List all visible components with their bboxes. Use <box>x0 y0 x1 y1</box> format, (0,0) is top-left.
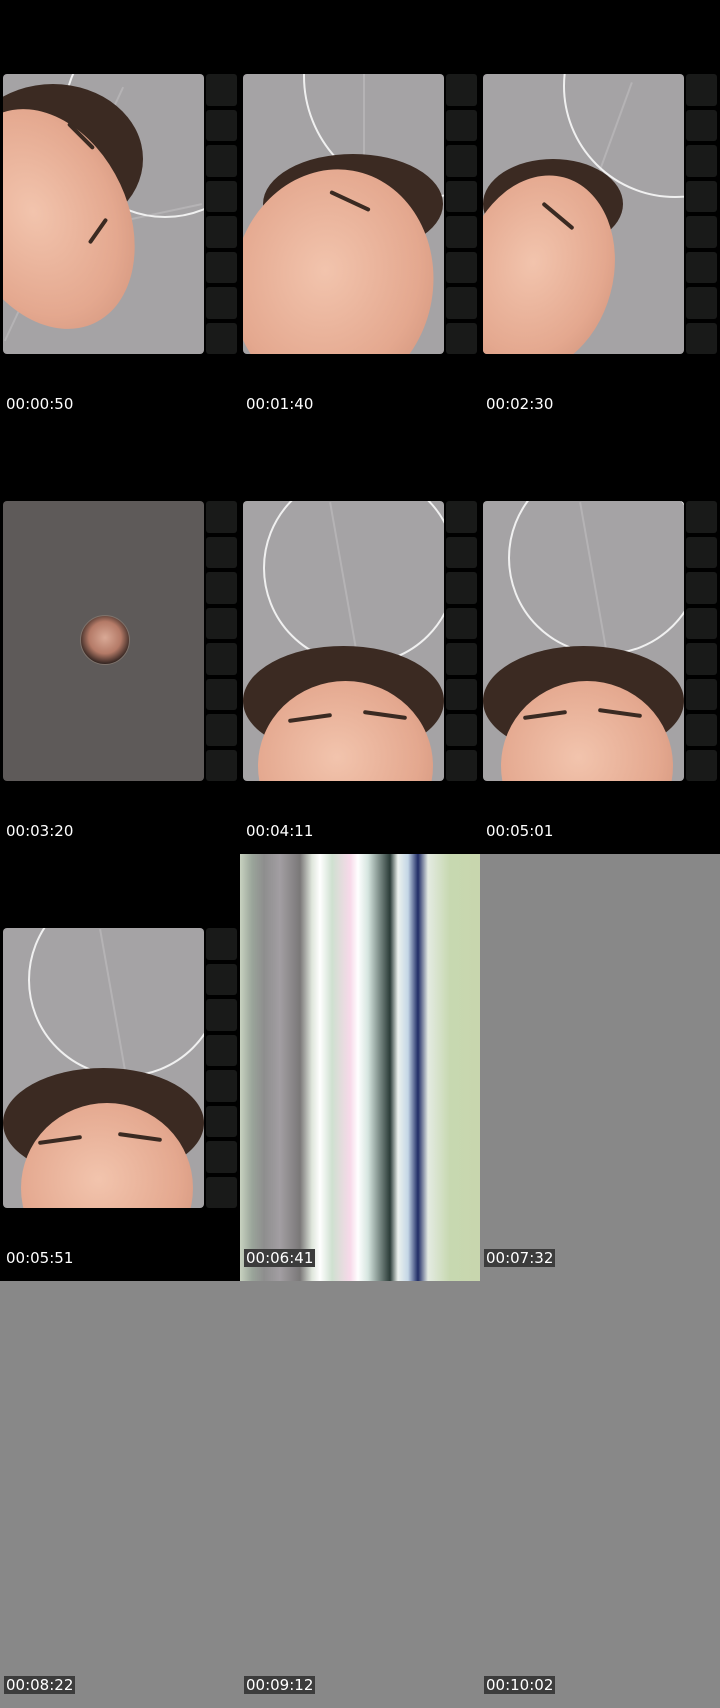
video-thumbnail <box>483 74 684 354</box>
filmstrip-strip <box>686 501 717 781</box>
frame-cell[interactable]: 00:08:22 <box>0 1281 240 1708</box>
frame-timestamp: 00:02:30 <box>486 395 554 413</box>
frame-area <box>243 74 477 354</box>
frame-area <box>483 501 717 781</box>
filmstrip-strip <box>446 501 477 781</box>
frame-timestamp: 00:05:51 <box>6 1249 74 1267</box>
frame-area <box>483 74 717 354</box>
video-thumbnail <box>243 74 444 354</box>
filmstrip-strip <box>206 74 237 354</box>
frame-timestamp: 00:01:40 <box>246 395 314 413</box>
frame-area <box>3 928 237 1208</box>
contact-sheet: 00:00:50 00:01:40 00:02:30 00:03:20 00:0… <box>0 0 720 1708</box>
frame-cell[interactable]: 00:09:12 <box>240 1281 480 1708</box>
video-thumbnail <box>3 74 204 354</box>
avatar <box>80 615 130 665</box>
frame-timestamp: 00:08:22 <box>4 1676 76 1694</box>
frame-timestamp: 00:06:41 <box>244 1249 316 1267</box>
frame-cell[interactable]: 00:00:50 <box>0 0 240 427</box>
frame-timestamp: 00:07:32 <box>484 1249 556 1267</box>
video-thumbnail <box>3 928 204 1208</box>
frame-timestamp: 00:04:11 <box>246 822 314 840</box>
filmstrip-strip <box>686 74 717 354</box>
filmstrip-strip <box>446 74 477 354</box>
frame-cell[interactable]: 00:01:40 <box>240 0 480 427</box>
frame-area <box>3 74 237 354</box>
frame-timestamp: 00:09:12 <box>244 1676 316 1694</box>
video-thumbnail <box>243 501 444 781</box>
glitched-thumbnail <box>240 854 480 1281</box>
frame-cell[interactable]: 00:05:01 <box>480 427 720 854</box>
frame-cell[interactable]: 00:02:30 <box>480 0 720 427</box>
frame-area <box>243 501 477 781</box>
frame-timestamp: 00:05:01 <box>486 822 554 840</box>
frame-cell[interactable]: 00:06:41 <box>240 854 480 1281</box>
frame-timestamp: 00:10:02 <box>484 1676 556 1694</box>
frame-timestamp: 00:03:20 <box>6 822 74 840</box>
frame-timestamp: 00:00:50 <box>6 395 74 413</box>
filmstrip-strip <box>206 501 237 781</box>
frame-cell[interactable]: 00:04:11 <box>240 427 480 854</box>
video-thumbnail <box>3 501 204 781</box>
frame-area <box>3 501 237 781</box>
frame-cell[interactable]: 00:10:02 <box>480 1281 720 1708</box>
filmstrip-strip <box>206 928 237 1208</box>
frame-cell[interactable]: 00:03:20 <box>0 427 240 854</box>
frame-cell[interactable]: 00:07:32 <box>480 854 720 1281</box>
frame-cell[interactable]: 00:05:51 <box>0 854 240 1281</box>
video-thumbnail <box>483 501 684 781</box>
